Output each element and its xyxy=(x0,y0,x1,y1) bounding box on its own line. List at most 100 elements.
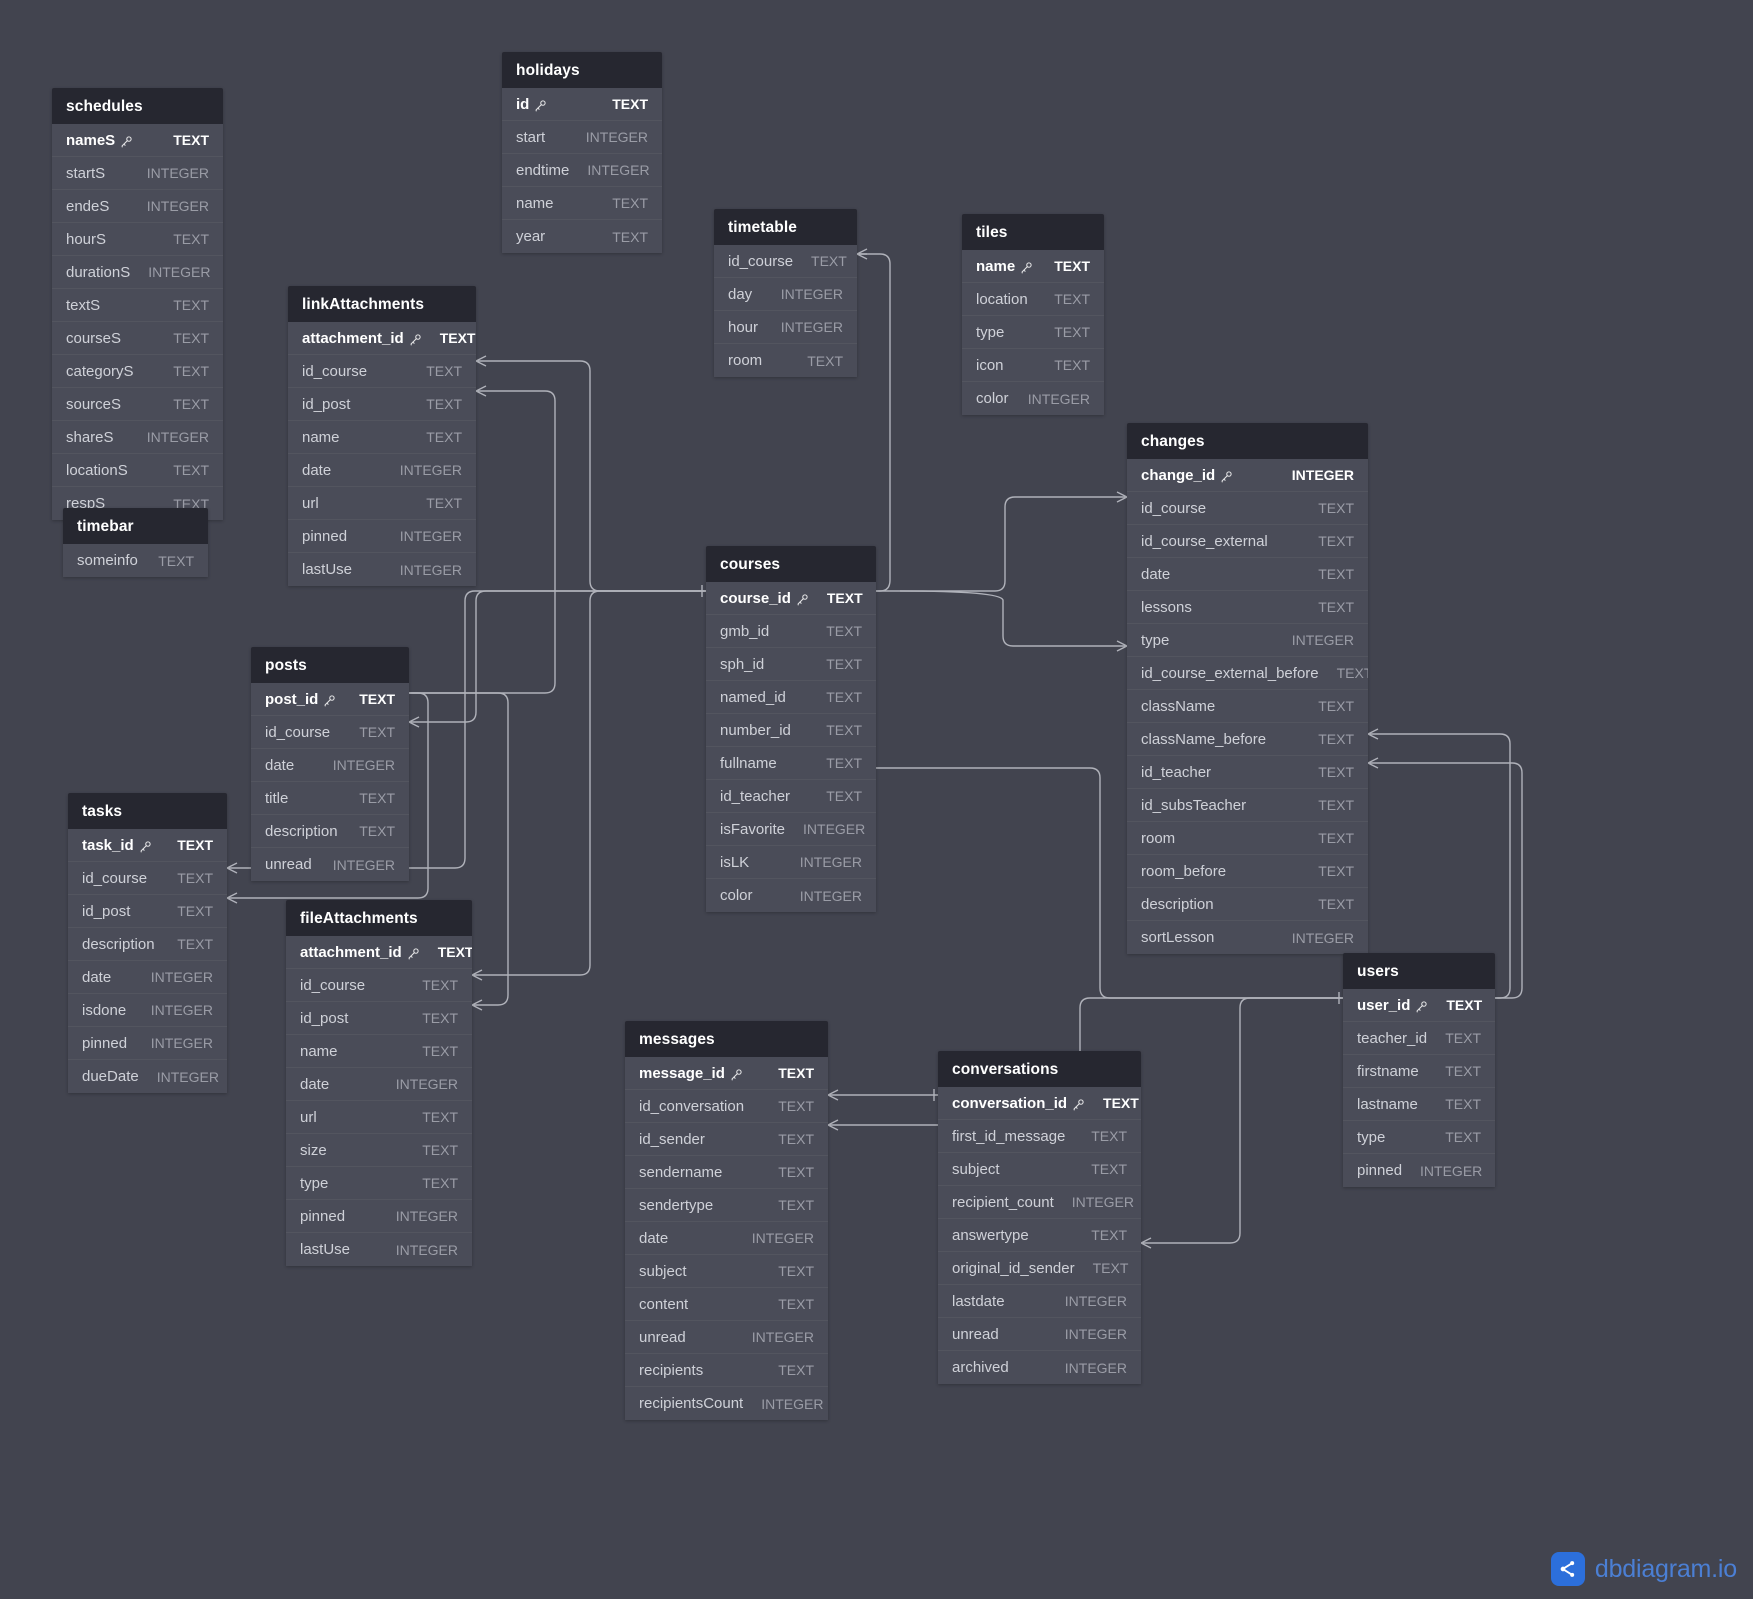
field-row[interactable]: isdone INTEGER xyxy=(68,994,227,1027)
field-row[interactable]: endeS INTEGER xyxy=(52,190,223,223)
field-row[interactable]: date INTEGER xyxy=(286,1068,472,1101)
field-row[interactable]: categoryS TEXT xyxy=(52,355,223,388)
table-title-linkAttachments[interactable]: linkAttachments xyxy=(288,286,476,322)
field-row[interactable]: course_id TEXT xyxy=(706,582,876,615)
field-row[interactable]: pinned INTEGER xyxy=(288,520,476,553)
field-row[interactable]: location TEXT xyxy=(962,283,1104,316)
field-row[interactable]: answertype TEXT xyxy=(938,1219,1141,1252)
field-row[interactable]: lastUse INTEGER xyxy=(288,553,476,586)
field-row[interactable]: type TEXT xyxy=(962,316,1104,349)
field-row[interactable]: attachment_id TEXT xyxy=(288,322,476,355)
table-title-messages[interactable]: messages xyxy=(625,1021,828,1057)
table-users[interactable]: users user_id TEXT teacher_id TEXT firstname T… xyxy=(1343,953,1495,1187)
table-title-timebar[interactable]: timebar xyxy=(63,508,208,544)
field-row[interactable]: title TEXT xyxy=(251,782,409,815)
field-row[interactable]: name TEXT xyxy=(962,250,1104,283)
field-row[interactable]: first_id_message TEXT xyxy=(938,1120,1141,1153)
field-row[interactable]: pinned INTEGER xyxy=(68,1027,227,1060)
field-row[interactable]: name TEXT xyxy=(288,421,476,454)
field-row[interactable]: room TEXT xyxy=(714,344,857,377)
field-row[interactable]: hour INTEGER xyxy=(714,311,857,344)
table-title-schedules[interactable]: schedules xyxy=(52,88,223,124)
field-row[interactable]: id_post TEXT xyxy=(68,895,227,928)
diagram-canvas[interactable]: schedules nameS TEXT startS INTEGER endeS INTE… xyxy=(0,0,1753,1599)
table-title-changes[interactable]: changes xyxy=(1127,423,1368,459)
field-row[interactable]: recipients TEXT xyxy=(625,1354,828,1387)
table-fileAttachments[interactable]: fileAttachments attachment_id TEXT id_cours… xyxy=(286,900,472,1266)
field-row[interactable]: id_course TEXT xyxy=(714,245,857,278)
field-row[interactable]: name TEXT xyxy=(502,187,662,220)
field-row[interactable]: className TEXT xyxy=(1127,690,1368,723)
field-row[interactable]: textS TEXT xyxy=(52,289,223,322)
field-row[interactable]: attachment_id TEXT xyxy=(286,936,472,969)
table-title-users[interactable]: users xyxy=(1343,953,1495,989)
field-row[interactable]: description TEXT xyxy=(251,815,409,848)
table-tiles[interactable]: tiles name TEXT location TEXT type TEXT icon TEX… xyxy=(962,214,1104,415)
field-row[interactable]: gmb_id TEXT xyxy=(706,615,876,648)
field-row[interactable]: locationS TEXT xyxy=(52,454,223,487)
field-row[interactable]: isLK INTEGER xyxy=(706,846,876,879)
table-timetable[interactable]: timetable id_course TEXT day INTEGER hour INTE… xyxy=(714,209,857,377)
field-row[interactable]: archived INTEGER xyxy=(938,1351,1141,1384)
table-title-courses[interactable]: courses xyxy=(706,546,876,582)
field-row[interactable]: startS INTEGER xyxy=(52,157,223,190)
table-title-tasks[interactable]: tasks xyxy=(68,793,227,829)
field-row[interactable]: start INTEGER xyxy=(502,121,662,154)
field-row[interactable]: className_before TEXT xyxy=(1127,723,1368,756)
table-posts[interactable]: posts post_id TEXT id_course TEXT date INTEGER… xyxy=(251,647,409,881)
field-row[interactable]: durationS INTEGER xyxy=(52,256,223,289)
field-row[interactable]: id_course_external TEXT xyxy=(1127,525,1368,558)
field-row[interactable]: dueDate INTEGER xyxy=(68,1060,227,1093)
table-title-timetable[interactable]: timetable xyxy=(714,209,857,245)
field-row[interactable]: nameS TEXT xyxy=(52,124,223,157)
field-row[interactable]: id_course_external_before TEXT xyxy=(1127,657,1368,690)
field-row[interactable]: room_before TEXT xyxy=(1127,855,1368,888)
field-row[interactable]: id TEXT xyxy=(502,88,662,121)
field-row[interactable]: pinned INTEGER xyxy=(286,1200,472,1233)
field-row[interactable]: subject TEXT xyxy=(625,1255,828,1288)
field-row[interactable]: someinfo TEXT xyxy=(63,544,208,577)
table-schedules[interactable]: schedules nameS TEXT startS INTEGER endeS INTE… xyxy=(52,88,223,520)
field-row[interactable]: type TEXT xyxy=(286,1167,472,1200)
table-messages[interactable]: messages message_id TEXT id_conversation TEX… xyxy=(625,1021,828,1420)
table-title-fileAttachments[interactable]: fileAttachments xyxy=(286,900,472,936)
field-row[interactable]: task_id TEXT xyxy=(68,829,227,862)
dbdiagram-logo[interactable]: dbdiagram.io xyxy=(1550,1552,1737,1586)
field-row[interactable]: icon TEXT xyxy=(962,349,1104,382)
field-row[interactable]: sortLesson INTEGER xyxy=(1127,921,1368,954)
field-row[interactable]: type TEXT xyxy=(1343,1121,1495,1154)
field-row[interactable]: unread INTEGER xyxy=(938,1318,1141,1351)
field-row[interactable]: hourS TEXT xyxy=(52,223,223,256)
field-row[interactable]: url TEXT xyxy=(286,1101,472,1134)
field-row[interactable]: date INTEGER xyxy=(68,961,227,994)
field-row[interactable]: id_course TEXT xyxy=(288,355,476,388)
field-row[interactable]: subject TEXT xyxy=(938,1153,1141,1186)
table-changes[interactable]: changes change_id INTEGER id_course TEXT id_c… xyxy=(1127,423,1368,954)
field-row[interactable]: id_teacher TEXT xyxy=(1127,756,1368,789)
field-row[interactable]: type INTEGER xyxy=(1127,624,1368,657)
field-row[interactable]: recipient_count INTEGER xyxy=(938,1186,1141,1219)
field-row[interactable]: id_course TEXT xyxy=(251,716,409,749)
field-row[interactable]: id_post TEXT xyxy=(288,388,476,421)
table-tasks[interactable]: tasks task_id TEXT id_course TEXT id_post TEXT… xyxy=(68,793,227,1093)
field-row[interactable]: shareS INTEGER xyxy=(52,421,223,454)
field-row[interactable]: recipientsCount INTEGER xyxy=(625,1387,828,1420)
field-row[interactable]: date INTEGER xyxy=(251,749,409,782)
field-row[interactable]: post_id TEXT xyxy=(251,683,409,716)
table-title-posts[interactable]: posts xyxy=(251,647,409,683)
field-row[interactable]: sph_id TEXT xyxy=(706,648,876,681)
field-row[interactable]: name TEXT xyxy=(286,1035,472,1068)
field-row[interactable]: courseS TEXT xyxy=(52,322,223,355)
field-row[interactable]: id_conversation TEXT xyxy=(625,1090,828,1123)
field-row[interactable]: sendername TEXT xyxy=(625,1156,828,1189)
field-row[interactable]: unread INTEGER xyxy=(251,848,409,881)
table-title-holidays[interactable]: holidays xyxy=(502,52,662,88)
table-conversations[interactable]: conversations conversation_id TEXT first_id… xyxy=(938,1051,1141,1384)
field-row[interactable]: pinned INTEGER xyxy=(1343,1154,1495,1187)
field-row[interactable]: description TEXT xyxy=(1127,888,1368,921)
field-row[interactable]: size TEXT xyxy=(286,1134,472,1167)
field-row[interactable]: year TEXT xyxy=(502,220,662,253)
field-row[interactable]: original_id_sender TEXT xyxy=(938,1252,1141,1285)
table-linkAttachments[interactable]: linkAttachments attachment_id TEXT id_cours… xyxy=(288,286,476,586)
table-timebar[interactable]: timebar someinfo TEXT xyxy=(63,508,208,577)
